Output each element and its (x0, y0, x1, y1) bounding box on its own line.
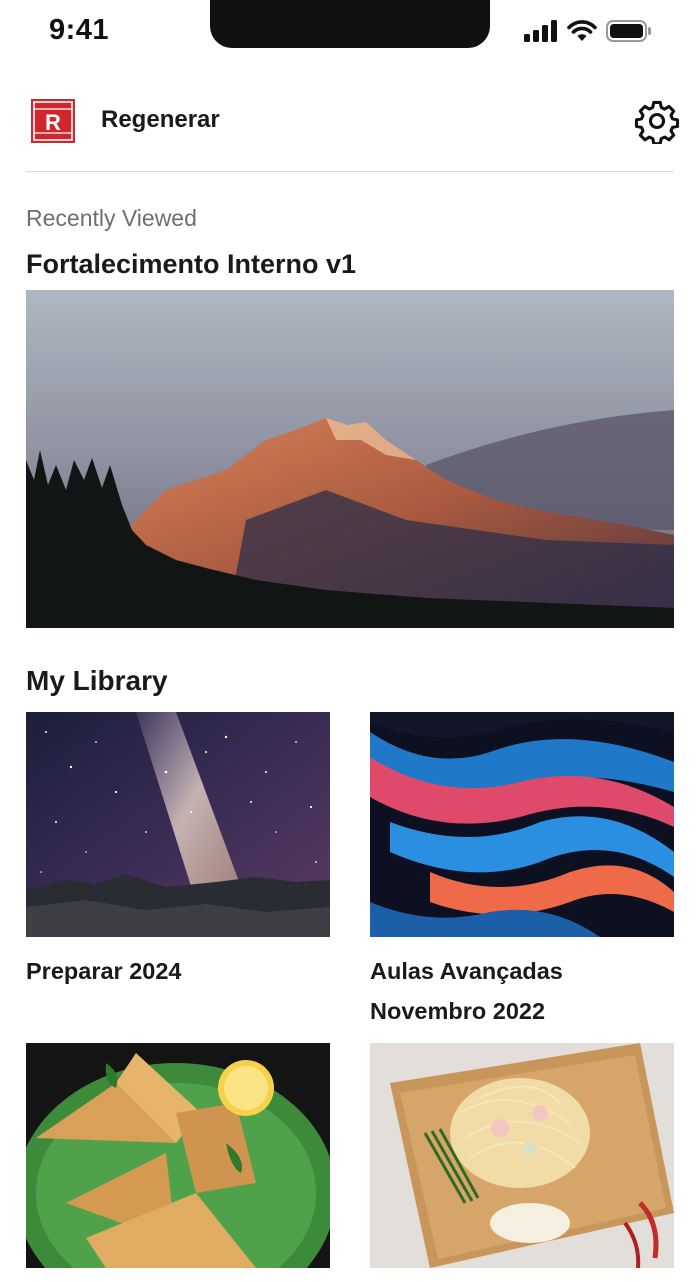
battery-icon (606, 20, 651, 42)
app-logo-icon: R (31, 99, 75, 143)
gear-icon (634, 100, 680, 146)
library-card[interactable] (370, 1043, 674, 1282)
mountain-sunset-image (26, 290, 674, 628)
svg-text:R: R (45, 110, 61, 135)
status-bar: 9:41 (0, 0, 700, 66)
library-card[interactable]: Preparar 2024 (26, 712, 330, 991)
library-card-image (26, 712, 330, 937)
header-divider (26, 171, 674, 172)
library-card[interactable] (26, 1043, 330, 1282)
recent-item-card[interactable] (26, 290, 674, 628)
settings-button[interactable] (634, 98, 680, 146)
fluid-art-image (370, 712, 674, 937)
library-card-title: Preparar 2024 (26, 958, 182, 984)
status-icons (524, 20, 652, 42)
library-card-image (370, 712, 674, 937)
library-card-image (26, 1043, 330, 1268)
app-name: Regenerar (101, 106, 220, 133)
samosa-plate-image (26, 1043, 330, 1268)
my-library-heading: My Library (26, 665, 168, 696)
library-card-title: Aulas Avançadas Novembro 2022 (370, 958, 563, 1024)
recently-viewed-caption: Recently Viewed (26, 205, 197, 231)
cellular-signal-icon (524, 20, 557, 42)
app-header: R Regenerar (26, 96, 680, 154)
recent-item-title[interactable]: Fortalecimento Interno v1 (26, 249, 356, 280)
wifi-icon (567, 20, 597, 41)
milky-way-image (26, 712, 330, 937)
noodle-salad-image (370, 1043, 674, 1268)
library-card-image (370, 1043, 674, 1268)
device-notch (210, 0, 490, 48)
status-time: 9:41 (49, 14, 110, 46)
library-card[interactable]: Aulas Avançadas Novembro 2022 (370, 712, 674, 1031)
